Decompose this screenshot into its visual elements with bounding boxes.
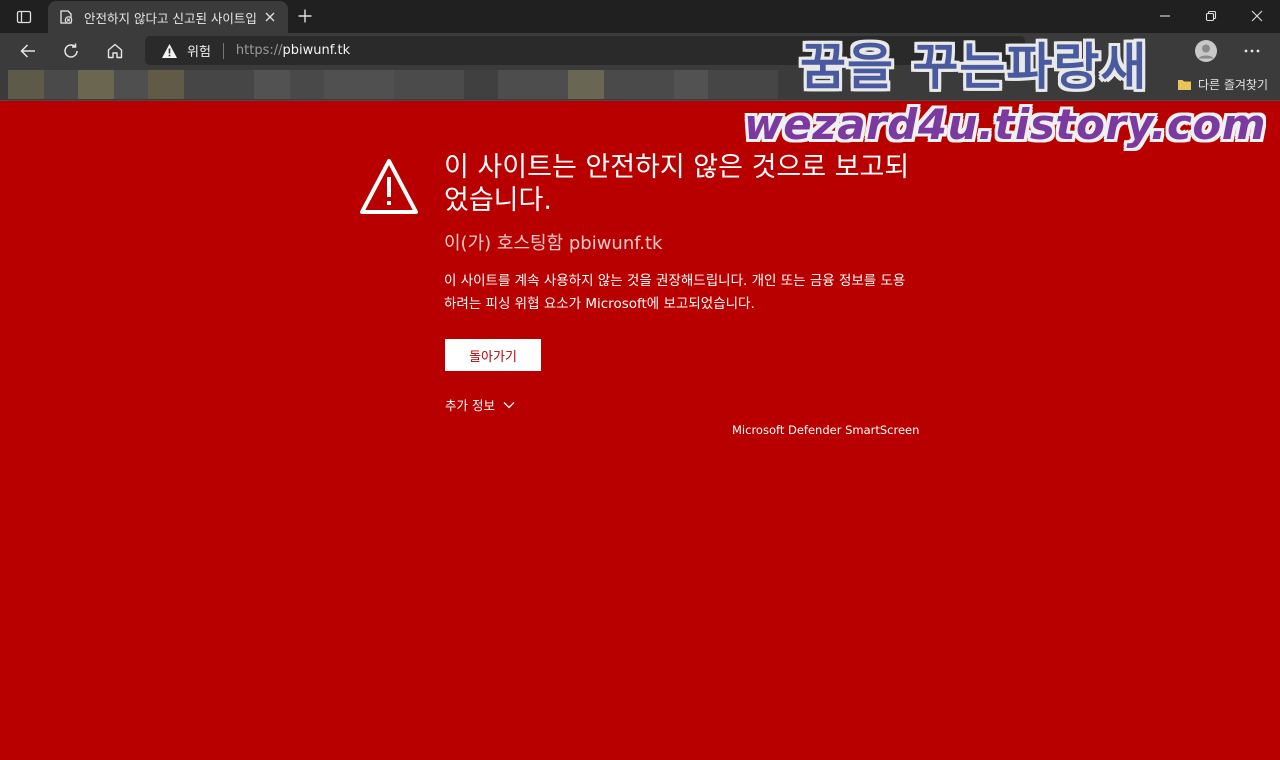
warning-triangle-icon <box>161 43 178 59</box>
more-icon <box>1244 49 1260 53</box>
site-danger-label[interactable]: 위험 <box>187 41 211 60</box>
other-favorites-label: 다른 즐겨찾기 <box>1197 78 1268 92</box>
warning-description: 이 사이트를 계속 사용하지 않는 것을 권장해드립니다. 개인 또는 금융 정… <box>444 273 906 312</box>
favorite-item-blurred[interactable] <box>114 70 148 99</box>
avatar-icon <box>1195 40 1217 62</box>
smartscreen-footer: Microsoft Defender SmartScreen <box>732 423 920 437</box>
new-tab-button[interactable] <box>292 4 318 28</box>
shield-x-icon <box>58 9 74 25</box>
folder-icon <box>1177 80 1191 90</box>
favorite-item-blurred[interactable] <box>604 70 674 99</box>
page-title: 이 사이트는 안전하지 않은 것으로 보고되었습니다. <box>444 152 910 216</box>
url-scheme: https:// <box>235 43 283 58</box>
favorite-item-blurred[interactable] <box>148 70 184 99</box>
favorite-item-blurred[interactable] <box>464 70 498 99</box>
warning-triangle-icon <box>360 159 418 214</box>
profile-button[interactable] <box>1190 35 1222 67</box>
close-icon <box>1251 10 1263 22</box>
refresh-button[interactable] <box>55 35 87 67</box>
back-arrow-icon <box>20 44 35 58</box>
more-info-label: 추가 정보 <box>445 398 495 413</box>
restore-icon <box>1205 10 1217 22</box>
refresh-icon <box>64 43 78 58</box>
favorite-item-blurred[interactable] <box>78 70 114 99</box>
favorite-item-blurred[interactable] <box>8 70 44 99</box>
restore-button[interactable] <box>1188 0 1234 32</box>
minimize-button[interactable] <box>1142 0 1188 32</box>
back-button[interactable] <box>12 35 44 67</box>
watermark-url: wezard4u.tistory.com <box>744 100 1267 149</box>
favorite-item-blurred[interactable] <box>184 70 254 99</box>
go-back-button[interactable]: 돌아가기 <box>445 339 541 371</box>
watermark-title: 꿈을 꾸는파랑새 <box>800 38 1148 96</box>
settings-more-button[interactable] <box>1236 35 1268 67</box>
favorite-item-blurred[interactable] <box>568 70 604 99</box>
hosted-by-text: 이(가) 호스팅함 pbiwunf.tk <box>444 233 663 254</box>
favorite-item-blurred[interactable] <box>394 70 464 99</box>
chevron-down-icon <box>503 401 515 409</box>
favorite-item-blurred[interactable] <box>324 70 394 99</box>
minimize-icon <box>1160 15 1170 17</box>
plus-icon <box>298 9 312 23</box>
favorite-item-blurred[interactable] <box>254 70 290 99</box>
favorite-item-blurred[interactable] <box>290 70 324 99</box>
close-tab-button[interactable] <box>262 9 278 25</box>
more-info-toggle[interactable]: 추가 정보 <box>445 395 515 414</box>
tab-actions-button[interactable] <box>8 2 40 32</box>
favorite-item-blurred[interactable] <box>44 70 78 99</box>
url-host: pbiwunf.tk <box>282 43 351 58</box>
favorite-item-blurred[interactable] <box>674 70 708 99</box>
home-button[interactable] <box>99 35 131 67</box>
close-window-button[interactable] <box>1234 0 1280 32</box>
other-favorites-button[interactable]: 다른 즐겨찾기 <box>1177 76 1268 93</box>
tab-title: 안전하지 않다고 신고된 사이트입니다 <box>84 10 256 26</box>
home-icon <box>107 43 123 59</box>
sidebar-icon <box>16 10 32 24</box>
close-icon <box>265 12 275 22</box>
address-separator <box>222 42 224 59</box>
favorite-item-blurred[interactable] <box>498 70 568 99</box>
favorite-item-blurred[interactable] <box>708 70 778 99</box>
active-tab[interactable]: 안전하지 않다고 신고된 사이트입니다 <box>48 1 288 33</box>
